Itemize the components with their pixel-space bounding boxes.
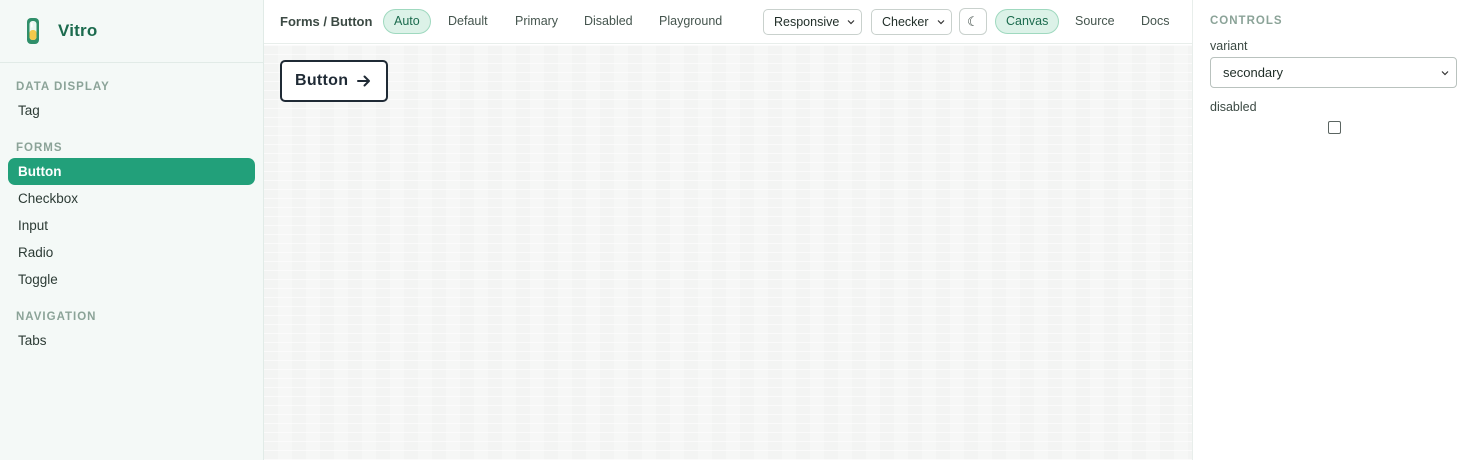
test-tube-logo-icon	[27, 18, 39, 44]
demo-button-label: Button	[295, 72, 349, 89]
sidebar-nav: DATA DISPLAY Tag FORMS Button Checkbox I…	[0, 79, 263, 354]
demo-button[interactable]: Button	[280, 60, 388, 102]
variant-label: variant	[1210, 39, 1248, 53]
chevron-down-icon	[847, 20, 855, 25]
sidebar-item-radio[interactable]: Radio	[8, 239, 255, 266]
sidebar-item-input[interactable]: Input	[8, 212, 255, 239]
tab-default[interactable]: Default	[437, 9, 499, 34]
variant-select-value: secondary	[1223, 65, 1283, 80]
viewport-select-value: Responsive	[774, 15, 840, 29]
controls-title: CONTROLS	[1210, 15, 1283, 27]
tab-docs[interactable]: Docs	[1130, 9, 1180, 34]
sidebar-item-tag[interactable]: Tag	[8, 97, 255, 124]
brand: Vitro	[0, 0, 263, 63]
arrow-right-icon	[357, 75, 371, 87]
viewport-select[interactable]: Responsive	[763, 9, 862, 35]
sidebar-item-checkbox[interactable]: Checkbox	[8, 185, 255, 212]
tab-source[interactable]: Source	[1064, 9, 1126, 34]
brand-name: Vitro	[58, 21, 98, 40]
nav-section-data-display: DATA DISPLAY	[16, 81, 110, 93]
sidebar-item-toggle[interactable]: Toggle	[8, 266, 255, 293]
sidebar-item-tabs[interactable]: Tabs	[8, 327, 255, 354]
controls-panel: CONTROLS variant secondary disabled	[1192, 0, 1472, 460]
preview-canvas: Button	[264, 45, 1192, 460]
tab-disabled[interactable]: Disabled	[573, 9, 644, 34]
chevron-down-icon	[937, 20, 945, 25]
tab-canvas[interactable]: Canvas	[995, 9, 1060, 34]
nav-section-forms: FORMS	[16, 142, 63, 154]
nav-section-navigation: NAVIGATION	[16, 311, 97, 323]
tab-primary[interactable]: Primary	[504, 9, 569, 34]
tab-auto[interactable]: Auto	[383, 9, 431, 34]
tab-playground[interactable]: Playground	[648, 9, 733, 34]
breadcrumb: Forms / Button	[280, 14, 373, 29]
background-select-value: Checker	[882, 15, 929, 29]
theme-toggle-button[interactable]: ☾	[959, 8, 987, 35]
disabled-checkbox[interactable]	[1328, 121, 1341, 134]
disabled-label: disabled	[1210, 100, 1257, 114]
variant-select[interactable]: secondary	[1210, 57, 1457, 88]
toolbar: Forms / Button Auto Default Primary Disa…	[264, 0, 1192, 44]
sidebar: Vitro DATA DISPLAY Tag FORMS Button Chec…	[0, 0, 264, 460]
chevron-down-icon	[1441, 71, 1449, 76]
moon-icon: ☾	[967, 14, 979, 29]
background-select[interactable]: Checker	[871, 9, 952, 35]
sidebar-item-button[interactable]: Button	[8, 158, 255, 185]
